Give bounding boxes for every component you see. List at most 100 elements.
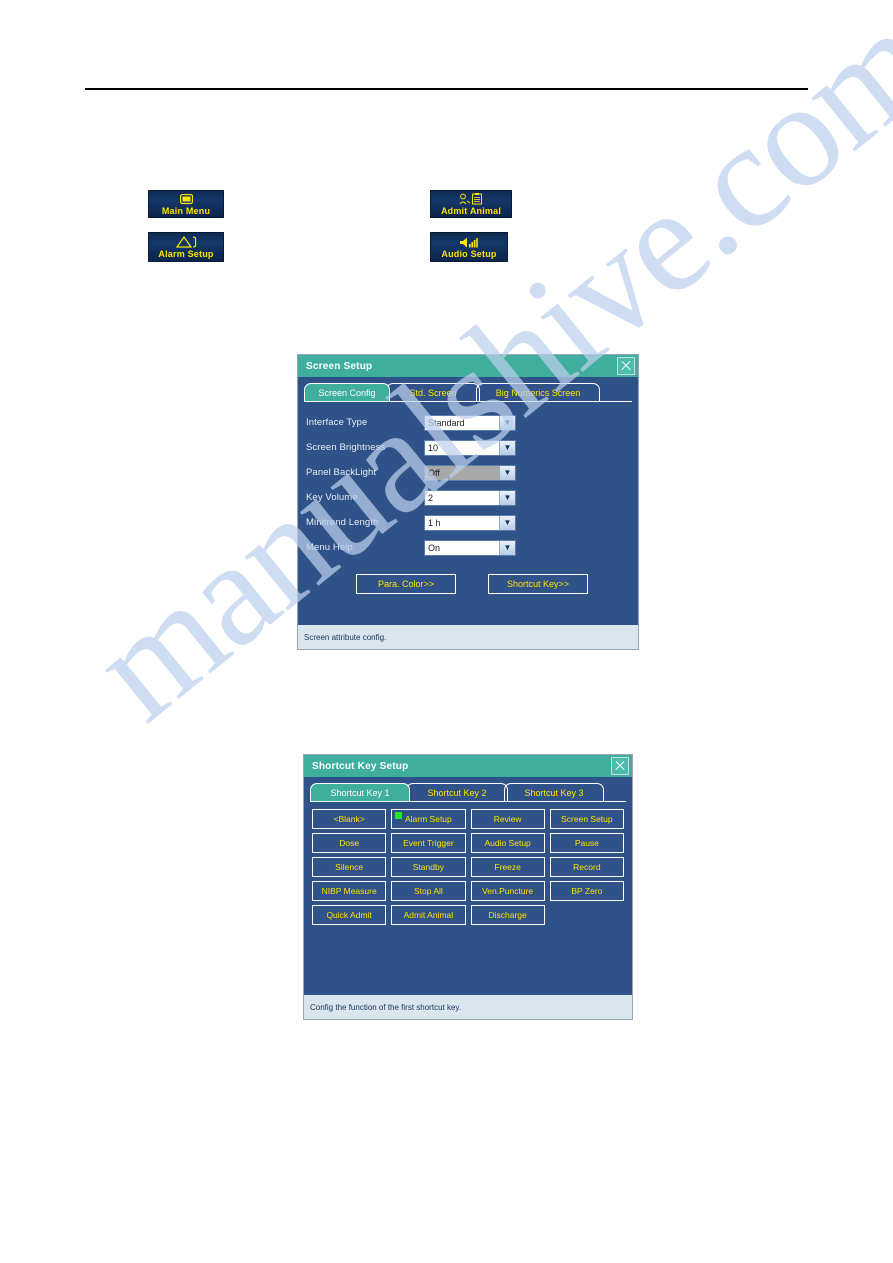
shortcut-option-alarm-setup[interactable]: Alarm Setup [391,809,466,829]
shortcut-option-discharge[interactable]: Discharge [470,905,545,925]
screen-setup-statusbar-text: Screen attribute config. [304,632,387,642]
shortcut-option-audio-setup[interactable]: Audio Setup [470,833,545,853]
chevron-down-icon[interactable]: ▼ [499,465,515,480]
tab-shortcut-key-1[interactable]: Shortcut Key 1 [310,783,410,801]
shortcut-option-label: NIBP Measure [321,886,377,896]
tab-big-numerics-screen[interactable]: Big Numerics Screen [476,383,600,401]
shortcut-option-label: Discharge [488,910,527,920]
screen-setup-statusbar: Screen attribute config. [298,623,638,649]
shortcut-setup-statusbar: Config the function of the first shortcu… [304,993,632,1019]
alarm-triangle-icon [175,235,197,249]
shortcut-option-record[interactable]: Record [549,857,624,877]
field-menu-help-label: Menu Help [306,542,353,553]
tab-screen-config[interactable]: Screen Config [304,383,390,401]
chevron-down-icon[interactable]: ▼ [499,440,515,455]
interface-type-value: Standard [428,417,465,428]
shortcut-setup-titlebar: Shortcut Key Setup [304,755,632,777]
shortcut-option-freeze[interactable]: Freeze [470,857,545,877]
screen-setup-title: Screen Setup [306,360,373,372]
shortcut-option-label: Screen Setup [561,814,613,824]
shortcut-setup-title: Shortcut Key Setup [312,760,409,772]
shortcut-option-label: Ven.Puncture [482,886,534,896]
shortcut-option-stop-all[interactable]: Stop All [391,881,466,901]
shortcut-option-label: Freeze [494,862,521,872]
admit-animal-clipboard-icon [459,193,483,206]
selected-marker-icon [395,812,403,819]
shortcut-option-label: BP Zero [571,886,603,896]
hardkey-audio-setup-label: Audio Setup [441,248,497,259]
field-key-volume-label: Key Volume [306,492,358,503]
key-volume-select[interactable]: 2 ▼ [424,489,516,506]
shortcut-option-label: Review [493,814,522,824]
shortcut-option-screen-setup[interactable]: Screen Setup [549,809,624,829]
chevron-down-icon[interactable]: ▼ [499,515,515,530]
panel-backlight-select[interactable]: Off ▼ [424,464,516,481]
tab-shortcut-key-3[interactable]: Shortcut Key 3 [504,783,604,801]
monitor-screen-icon [179,193,193,206]
screen-brightness-value: 10 [428,442,439,453]
shortcut-key-button[interactable]: Shortcut Key>> [488,574,588,594]
shortcut-option-label: Pause [574,838,599,848]
minitrend-length-select[interactable]: 1 h ▼ [424,514,516,531]
hardkey-audio-setup[interactable]: Audio Setup [430,232,508,262]
shortcut-option-label: Dose [339,838,360,848]
hardkey-admit-animal[interactable]: Admit Animal [430,190,512,218]
field-minitrend-length: Minitrend Length 1 h ▼ [306,510,638,535]
shortcut-option-pause[interactable]: Pause [549,833,624,853]
hardkey-main-menu-label: Main Menu [161,205,211,216]
page-header-rule [85,88,808,90]
hardkey-alarm-setup-label: Alarm Setup [158,248,214,259]
close-icon[interactable] [611,757,629,775]
hardkey-admit-animal-label: Admit Animal [440,205,502,216]
shortcut-option-silence[interactable]: Silence [312,857,387,877]
shortcut-option-quick-admit[interactable]: Quick Admit [312,905,387,925]
shortcut-setup-statusbar-text: Config the function of the first shortcu… [310,1002,462,1012]
shortcut-option-label: Admit Animal [403,910,454,920]
field-panel-backlight-label: Panel BackLight [306,467,377,478]
tab-std-screen[interactable]: Std. Screen [386,383,480,401]
shortcut-option-label: Event Trigger [403,838,454,848]
chevron-down-icon[interactable]: ▼ [499,540,515,555]
key-volume-value: 2 [428,492,434,503]
menu-help-value: On [428,542,441,553]
para-color-button[interactable]: Para. Color>> [356,574,456,594]
screen-setup-button-row: Para. Color>> Shortcut Key>> [306,574,638,594]
hardkey-alarm-setup[interactable]: Alarm Setup [148,232,224,262]
tab-shortcut-key-2[interactable]: Shortcut Key 2 [406,783,508,801]
shortcut-option-admit-animal[interactable]: Admit Animal [391,905,466,925]
minitrend-length-value: 1 h [428,517,441,528]
shortcut-option-label: Audio Setup [484,838,531,848]
shortcut-option-label: Alarm Setup [404,814,452,824]
interface-type-select[interactable]: Standard ▼ [424,414,516,431]
shortcut-option-review[interactable]: Review [470,809,545,829]
screen-setup-tabstrip: Screen Config Std. Screen Big Numerics S… [298,377,638,401]
shortcut-option-blank[interactable]: <Blank> [312,809,387,829]
screen-config-form: Interface Type Standard ▼ Screen Brightn… [298,402,638,594]
field-key-volume: Key Volume 2 ▼ [306,485,638,510]
panel-backlight-value: Off [428,467,440,478]
field-screen-brightness: Screen Brightness 10 ▼ [306,435,638,460]
field-menu-help: Menu Help On ▼ [306,535,638,560]
shortcut-option-nibp-measure[interactable]: NIBP Measure [312,881,387,901]
shortcut-option-standby[interactable]: Standby [391,857,466,877]
menu-help-select[interactable]: On ▼ [424,539,516,556]
field-minitrend-length-label: Minitrend Length [306,517,379,528]
shortcut-option-label: Silence [335,862,364,872]
field-screen-brightness-label: Screen Brightness [306,442,386,453]
shortcut-option-bp-zero[interactable]: BP Zero [549,881,624,901]
screen-setup-dialog: Screen Setup Screen Config Std. Screen B… [297,354,639,650]
field-interface-type-label: Interface Type [306,417,368,428]
field-panel-backlight: Panel BackLight Off ▼ [306,460,638,485]
screen-brightness-select[interactable]: 10 ▼ [424,439,516,456]
chevron-down-icon[interactable]: ▼ [499,490,515,505]
shortcut-option-label: Standby [412,862,444,872]
hardkey-main-menu[interactable]: Main Menu [148,190,224,218]
shortcut-key-setup-dialog: Shortcut Key Setup Shortcut Key 1 Shortc… [303,754,633,1020]
chevron-down-icon[interactable]: ▼ [499,415,515,430]
close-icon[interactable] [617,357,635,375]
screen-setup-titlebar: Screen Setup [298,355,638,377]
shortcut-option-label: Record [573,862,601,872]
shortcut-option-dose[interactable]: Dose [312,833,387,853]
shortcut-option-event-trigger[interactable]: Event Trigger [391,833,466,853]
shortcut-option-ven-puncture[interactable]: Ven.Puncture [470,881,545,901]
